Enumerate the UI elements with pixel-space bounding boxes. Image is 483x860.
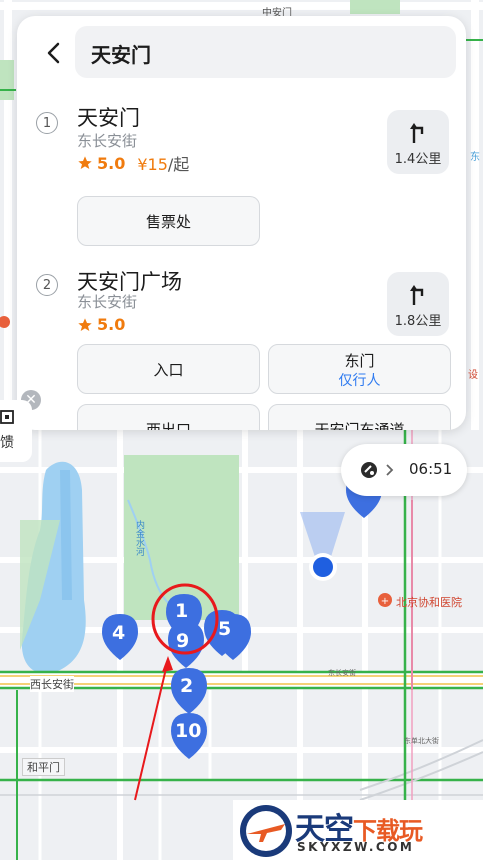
svg-text:+: + — [381, 596, 389, 607]
search-results-panel: 天安门 1 天安门 东长安街 5.0 ¥15/起 1.4公里 售票处 2 天安门… — [17, 16, 466, 430]
turn-right-icon — [410, 285, 424, 305]
sub-button-west-exit[interactable]: 西出口 — [77, 404, 260, 430]
navigate-button[interactable]: 1.4公里 — [387, 110, 449, 174]
back-button[interactable] — [41, 40, 67, 66]
watermark: 天空下载玩 SKYXZW.COM — [233, 800, 483, 860]
turn-right-icon — [410, 123, 424, 143]
star-icon — [78, 156, 92, 169]
sub-button-label: 西出口 — [145, 421, 191, 430]
sub-button-label: 东门 — [344, 352, 375, 370]
watermark-url: SKYXZW.COM — [297, 840, 415, 854]
result-price: ¥15 — [137, 155, 168, 174]
sub-button-east-passage[interactable]: 天安门东通道 — [268, 404, 451, 430]
navigate-button[interactable]: 1.8公里 — [387, 272, 449, 336]
star-icon — [78, 317, 92, 331]
navigate-distance: 1.8公里 — [394, 314, 442, 329]
chevron-right-icon — [386, 464, 394, 476]
navigate-distance: 1.4公里 — [394, 152, 442, 167]
sub-button-sublabel: 仅行人 — [338, 373, 381, 389]
result-name: 天安门 — [77, 106, 140, 130]
sub-button-entrance[interactable]: 入口 — [77, 344, 260, 394]
trip-time: 06:51 — [409, 460, 453, 478]
sub-button-label: 天安门东通道 — [314, 421, 405, 430]
result-rating-row: 5.0 ¥15/起 — [77, 151, 189, 175]
satellite-icon — [361, 462, 377, 478]
result-rating-row: 5.0 — [77, 315, 125, 334]
result-index-badge: 1 — [36, 112, 58, 134]
result-index-badge: 2 — [36, 274, 58, 296]
result-rating-value: 5.0 — [97, 315, 126, 334]
feedback-tab[interactable]: 馈 — [0, 400, 32, 462]
feedback-icon — [0, 410, 14, 424]
result-address: 东长安街 — [77, 293, 138, 311]
trip-status-pill[interactable]: 06:51 — [341, 444, 467, 496]
result-rating-value: 5.0 — [97, 153, 126, 173]
sub-button-label: 售票处 — [145, 213, 191, 231]
feedback-label: 馈 — [0, 435, 14, 451]
search-query-text: 天安门 — [91, 43, 151, 67]
chevron-left-icon — [47, 42, 60, 64]
result-address: 东长安街 — [77, 132, 138, 150]
brand-logo-icon — [240, 805, 292, 857]
result-price-unit: /起 — [167, 155, 190, 174]
search-input[interactable]: 天安门 — [75, 26, 456, 78]
sub-button-label: 入口 — [153, 361, 184, 379]
sub-button-ticket-office[interactable]: 售票处 — [77, 196, 260, 246]
sub-button-east-gate[interactable]: 东门 仅行人 — [268, 344, 451, 394]
